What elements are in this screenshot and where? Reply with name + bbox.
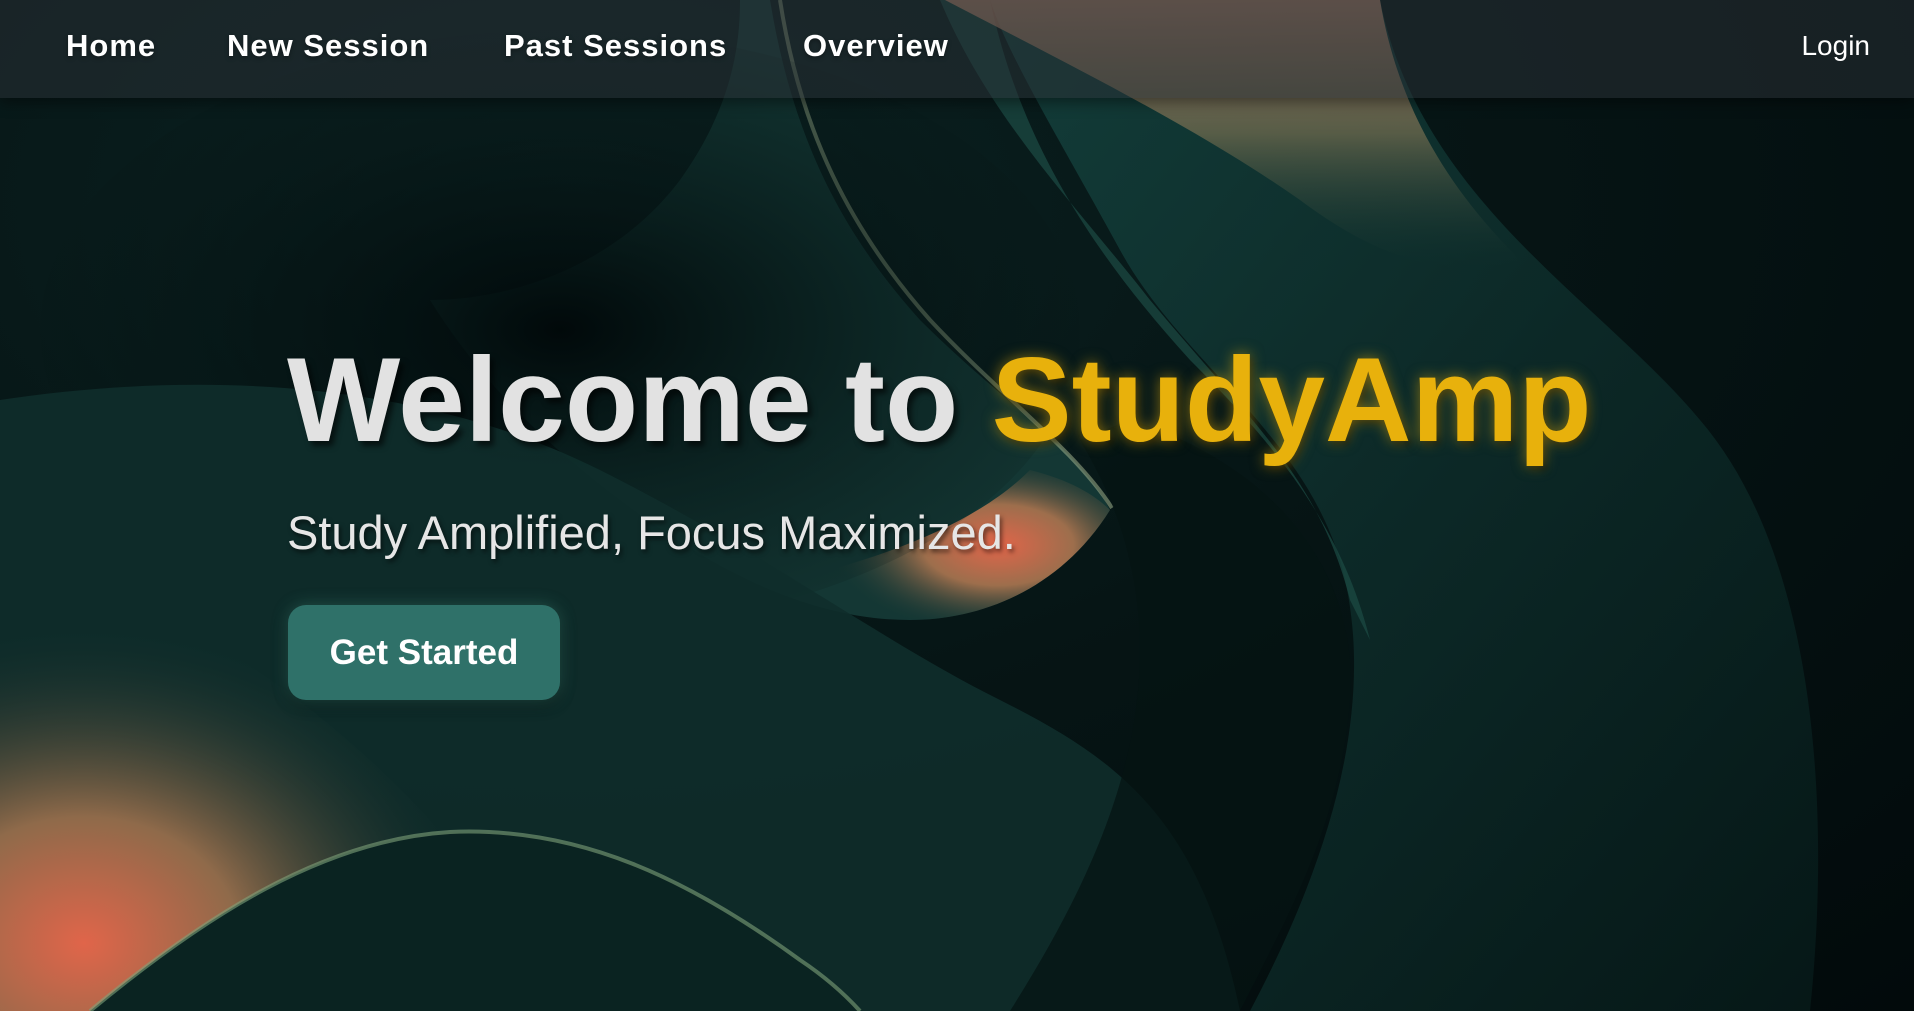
- hero-section: Welcome to StudyAmp Study Amplified, Foc…: [287, 335, 1592, 560]
- brand-name: StudyAmp: [991, 333, 1592, 467]
- get-started-button[interactable]: Get Started: [288, 605, 560, 700]
- landing-page: Home New Session Past Sessions Overview …: [0, 0, 1914, 1011]
- hero-subtitle: Study Amplified, Focus Maximized.: [287, 506, 1016, 559]
- nav-home-link[interactable]: Home: [66, 28, 156, 64]
- nav-new-session-link[interactable]: New Session: [227, 28, 429, 64]
- nav-overview-link[interactable]: Overview: [803, 28, 949, 64]
- hero-title-prefix: Welcome to: [287, 333, 992, 467]
- nav-past-sessions-link[interactable]: Past Sessions: [504, 28, 727, 64]
- login-link[interactable]: Login: [1801, 30, 1870, 62]
- hero-title: Welcome to StudyAmp: [287, 335, 1592, 465]
- top-navigation-bar: Home New Session Past Sessions Overview …: [0, 0, 1914, 98]
